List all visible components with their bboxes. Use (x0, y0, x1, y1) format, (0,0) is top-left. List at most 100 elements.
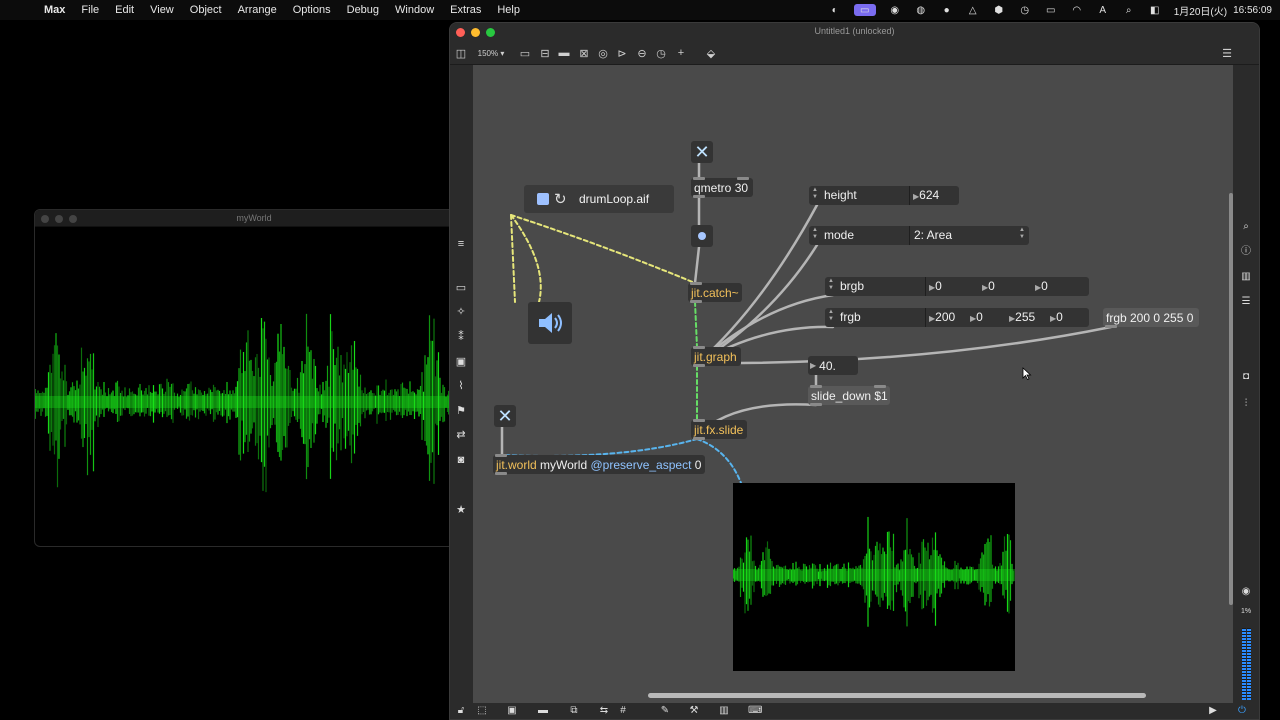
menu-view[interactable]: View (142, 4, 182, 16)
console-icon[interactable]: ☰ (1239, 295, 1253, 309)
object-palette-icon[interactable]: ▭ (454, 281, 468, 295)
frgb-message[interactable]: frgb 200 0 255 0 (1103, 308, 1199, 328)
image-icon[interactable]: ▣ (454, 355, 468, 369)
jit-graph-object[interactable]: jit.graph (691, 346, 741, 367)
bang-object-icon[interactable]: ◎ (596, 45, 610, 61)
mixer-icon[interactable]: ⫶ (1239, 397, 1253, 411)
toggle-world-close-icon[interactable]: ✕ (494, 405, 516, 427)
search-icon[interactable]: ⌕ (1122, 4, 1136, 16)
height-value[interactable]: ▶624 (913, 188, 939, 202)
battery-icon[interactable]: ▭ (1044, 4, 1058, 16)
control-center-icon[interactable]: ◧ (1148, 4, 1162, 16)
wrench-icon[interactable]: ⚒ (687, 704, 701, 718)
myworld-window[interactable]: myWorld (34, 209, 474, 547)
new-view-icon[interactable]: ▣ (505, 704, 519, 718)
height-attrui[interactable]: ▲ ▼ height ▶624 (809, 186, 959, 205)
menu-options[interactable]: Options (285, 4, 339, 16)
dial-object-icon[interactable]: ◷ (654, 45, 668, 61)
brgb-attrui[interactable]: ▲ ▼ brgb ▶0 ▶0 ▶0 (825, 277, 1089, 296)
paperclip-icon[interactable]: ⌇ (454, 379, 468, 393)
brgb-b[interactable]: ▶0 (1035, 279, 1048, 293)
status-icon-3[interactable]: ◍ (914, 4, 928, 16)
playlist-object[interactable]: ↻ drumLoop.aif (524, 185, 674, 213)
lock-icon[interactable]: 🔓︎ (454, 704, 468, 718)
time-machine-icon[interactable]: ◷ (1018, 4, 1032, 16)
qmetro-object[interactable]: qmetro 30 (691, 177, 753, 198)
wifi-icon[interactable]: ◠ (1070, 4, 1084, 16)
brgb-g[interactable]: ▶0 (982, 279, 995, 293)
horizontal-scrollbar[interactable] (648, 693, 1146, 698)
camera-icon[interactable]: ◘ (1239, 370, 1253, 384)
status-icon-1[interactable]: ◐ (828, 4, 842, 16)
screen-share-icon[interactable]: ▭ (853, 4, 876, 16)
columns-icon[interactable]: ▥ (717, 704, 731, 718)
slide-number-box[interactable]: ▶ 40. (808, 356, 858, 375)
menu-window[interactable]: Window (387, 4, 442, 16)
frgb-attrui[interactable]: ▲ ▼ frgb ▶200 ▶0 ▶255 ▶0 (825, 308, 1089, 327)
keyboard-icon[interactable]: ⌨ (748, 704, 762, 718)
message-icon[interactable]: ▬ (557, 45, 571, 61)
stop-icon[interactable] (537, 193, 549, 205)
menu-icon[interactable]: ≡ (454, 237, 468, 251)
cycle-icon[interactable]: ⇄ (454, 428, 468, 442)
grid-toggle-icon[interactable]: # (616, 704, 630, 718)
star-icon[interactable]: ★ (454, 503, 468, 517)
search-icon[interactable]: ⌕ (1239, 220, 1253, 234)
status-icon-5[interactable]: △ (966, 4, 980, 16)
object-icon[interactable]: ⊟ (538, 45, 552, 61)
jit-world-object[interactable]: jit.world myWorld @preserve_aspect 0 (493, 454, 705, 475)
patcher-titlebar[interactable]: Untitled1 (unlocked) (450, 23, 1259, 41)
dsp-status-icon[interactable]: ◉ (1239, 585, 1253, 599)
loop-icon[interactable]: ↻ (554, 190, 567, 208)
presentation-mode-icon[interactable]: ⬚ (475, 704, 489, 718)
menu-arrange[interactable]: Arrange (230, 4, 285, 16)
info-icon[interactable]: ⓘ (1239, 245, 1253, 259)
status-icon-2[interactable]: ◉ (888, 4, 902, 16)
brgb-r[interactable]: ▶0 (929, 279, 942, 293)
menu-debug[interactable]: Debug (339, 4, 387, 16)
toggle-close-icon[interactable]: ✕ (691, 141, 713, 163)
plugin-icon[interactable]: ⚑ (454, 404, 468, 418)
myworld-titlebar[interactable]: myWorld (35, 210, 473, 227)
frgb-g[interactable]: ▶0 (970, 310, 983, 324)
input-mode-icon[interactable]: A (1096, 4, 1110, 16)
comment-icon[interactable]: ▬ (536, 704, 550, 718)
jit-pwindow[interactable] (733, 483, 1015, 671)
zoom-select[interactable]: 150% ▾ (476, 45, 506, 61)
slider-object-icon[interactable]: ⊖ (635, 45, 649, 61)
menu-app[interactable]: Max (36, 4, 73, 16)
jit-fx-slide-object[interactable]: jit.fx.slide (691, 419, 747, 440)
number-object-icon[interactable]: ⊳ (615, 45, 629, 61)
status-icon-6[interactable]: ⬢ (992, 4, 1006, 16)
paint-icon[interactable]: ⬙ (704, 45, 718, 61)
menubar-date[interactable]: 1月20日(火) (1174, 3, 1227, 18)
play-icon[interactable]: ▶ (1206, 704, 1220, 718)
power-icon[interactable]: ⏻ (1235, 704, 1249, 718)
reference-icon[interactable]: ▥ (1239, 270, 1253, 284)
status-icon-4[interactable]: ● (940, 4, 954, 16)
frgb-r[interactable]: ▶200 (929, 310, 955, 324)
inspector-list-icon[interactable]: ☰ (1220, 45, 1234, 61)
frgb-b[interactable]: ▶255 (1009, 310, 1035, 324)
grid-icon[interactable]: ⁑ (454, 330, 468, 344)
frgb-a[interactable]: ▶0 (1050, 310, 1063, 324)
menu-file[interactable]: File (73, 4, 107, 16)
patcher-window[interactable]: Untitled1 (unlocked) ◫ 150% ▾ ▭ ⊟ ▬ ⊠ ◎ … (449, 22, 1260, 720)
snapshot-icon[interactable]: ◙ (454, 453, 468, 467)
toggle-object-icon[interactable]: ⊠ (577, 45, 591, 61)
menu-help[interactable]: Help (489, 4, 528, 16)
bang-button[interactable] (691, 225, 713, 247)
menu-edit[interactable]: Edit (107, 4, 142, 16)
window-icon[interactable]: ⧉ (567, 704, 581, 718)
jit-catch-object[interactable]: jit.catch~ (688, 282, 742, 303)
menu-extras[interactable]: Extras (442, 4, 489, 16)
debug-icon[interactable]: ✎ (658, 704, 672, 718)
add-object-icon[interactable]: + (674, 45, 688, 61)
slide-down-message[interactable]: slide_down $1 (808, 385, 890, 406)
patch-canvas[interactable]: ✕ qmetro 30 ↻ drumLoop.aif ▲ ▼ height ▶6… (473, 65, 1233, 705)
menu-object[interactable]: Object (182, 4, 230, 16)
mode-value[interactable]: 2: Area (914, 228, 952, 242)
mode-attrui[interactable]: ▲ ▼ mode 2: Area ▲ ▼ (809, 226, 1029, 245)
presentation-icon[interactable]: ▭ (518, 45, 532, 61)
sidebar-toggle-icon[interactable]: ◫ (454, 45, 468, 61)
